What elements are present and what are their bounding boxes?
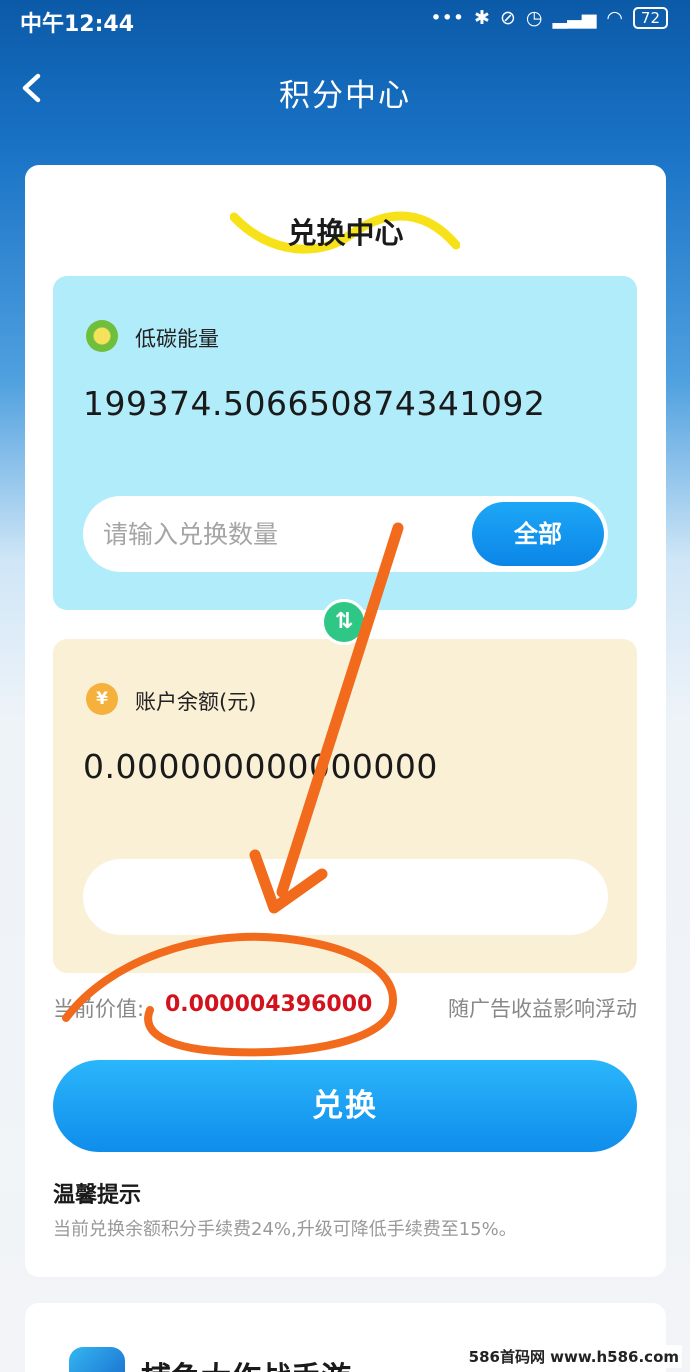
- target-balance: 0.000000000000000: [83, 747, 438, 786]
- bluetooth-icon: ✱: [474, 7, 490, 29]
- wifi-icon: ◠: [606, 7, 623, 29]
- mute-icon: ⊘: [499, 7, 516, 29]
- watermark: 586首码网 www.h586.com: [465, 1345, 682, 1368]
- source-panel: 低碳能量 199374.506650874341092 全部: [53, 276, 637, 610]
- output-field: [83, 859, 608, 935]
- signal-icon: ▂▃▅: [552, 7, 597, 29]
- source-label: 低碳能量: [135, 327, 219, 351]
- float-note: 随广告收益影响浮动: [448, 997, 637, 1021]
- amount-input-container: 全部: [83, 496, 608, 572]
- game-title: 捕鱼大作战手游: [141, 1353, 351, 1372]
- exchange-button[interactable]: 兑换: [53, 1060, 637, 1152]
- source-balance: 199374.506650874341092: [83, 384, 546, 423]
- alarm-icon: ◷: [525, 7, 543, 29]
- exchange-card: 兑换中心 低碳能量 199374.506650874341092 全部 ⇅ ¥ …: [25, 165, 666, 1277]
- game-fish-icon: [69, 1347, 125, 1372]
- target-panel: ¥ 账户余额(元) 0.000000000000000: [53, 639, 637, 973]
- swap-icon[interactable]: ⇅: [321, 599, 367, 645]
- yuan-icon: ¥: [86, 683, 118, 715]
- exchange-card-title: 兑换中心: [287, 216, 404, 250]
- target-label: 账户余额(元): [135, 690, 257, 714]
- tips-title: 温馨提示: [53, 1183, 142, 1208]
- tips-text: 当前兑换余额积分手续费24%,升级可降低手续费至15%。: [53, 1219, 517, 1240]
- current-value-label: 当前价值:: [53, 997, 145, 1021]
- status-time: 中午12:44: [20, 12, 135, 37]
- leaf-icon: [86, 320, 118, 352]
- status-bar: 中午12:44 ••• ✱ ⊘ ◷ ▂▃▅ ◠ 72: [0, 0, 690, 40]
- status-icons: ••• ✱ ⊘ ◷ ▂▃▅ ◠ 72: [430, 7, 668, 29]
- all-button[interactable]: 全部: [472, 502, 604, 566]
- amount-input[interactable]: [103, 496, 463, 572]
- current-value-number: 0.000004396000: [165, 992, 373, 1017]
- current-value-row: 当前价值: 0.000004396000 随广告收益影响浮动: [53, 992, 637, 1023]
- dots-icon: •••: [430, 7, 465, 29]
- page-title: 积分中心: [279, 78, 411, 114]
- battery-icon: 72: [632, 7, 668, 29]
